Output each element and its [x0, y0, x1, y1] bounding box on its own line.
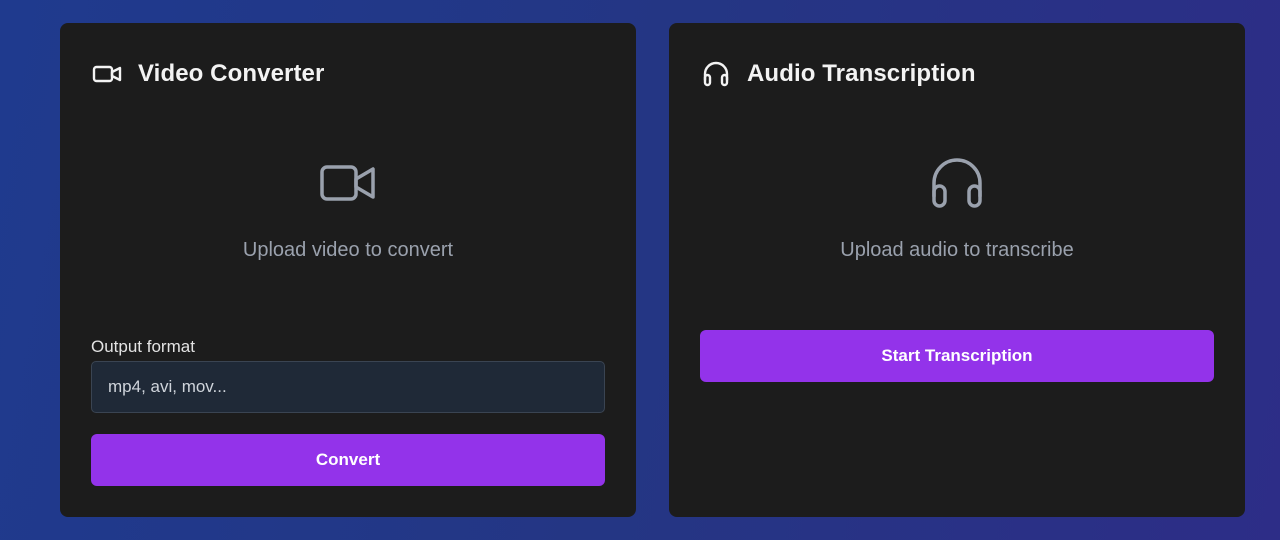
video-converter-title: Video Converter — [138, 60, 325, 87]
start-transcription-button[interactable]: Start Transcription — [700, 330, 1214, 382]
audio-upload-icon — [925, 151, 989, 215]
video-camera-icon — [91, 59, 122, 90]
video-upload-text: Upload video to convert — [242, 239, 454, 261]
audio-transcription-title: Audio Transcription — [747, 60, 976, 87]
convert-button[interactable]: Convert — [91, 434, 605, 486]
video-converter-card: Video Converter Upload video to convert … — [60, 23, 636, 517]
audio-upload-zone[interactable]: Upload audio to transcribe — [669, 143, 1245, 303]
headphones-icon — [700, 59, 731, 90]
audio-transcription-card: Audio Transcription Upload audio to tran… — [669, 23, 1245, 517]
output-format-label: Output format — [91, 337, 195, 356]
audio-upload-text: Upload audio to transcribe — [840, 239, 1074, 261]
audio-transcription-header: Audio Transcription — [700, 59, 976, 89]
video-converter-header: Video Converter — [91, 59, 324, 89]
video-upload-icon — [316, 151, 380, 215]
output-format-input[interactable] — [91, 361, 605, 413]
video-upload-zone[interactable]: Upload video to convert — [60, 143, 636, 303]
